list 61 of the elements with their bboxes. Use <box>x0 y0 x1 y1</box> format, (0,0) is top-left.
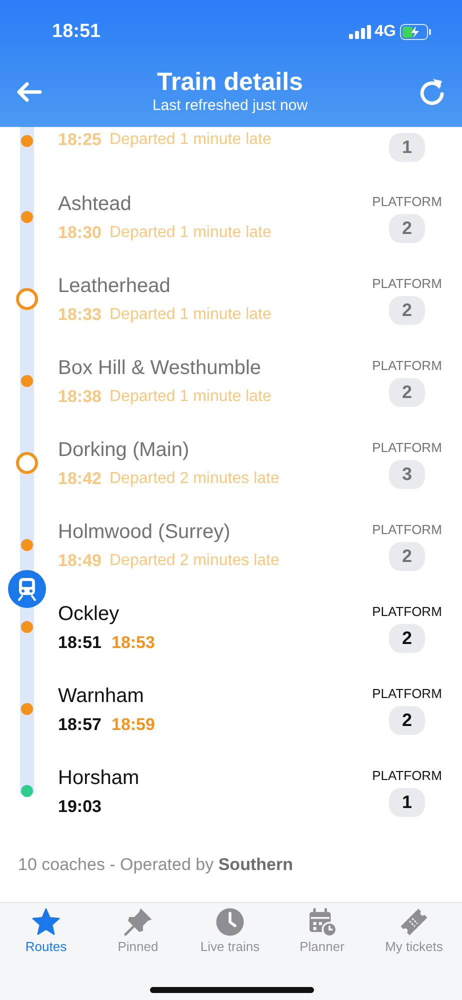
operator-note: 10 coaches - Operated by Southern <box>17 854 294 876</box>
signal-icon <box>348 25 371 39</box>
tab-button[interactable]: Live trains <box>184 903 276 956</box>
platform-label: PLATFORM <box>371 194 443 210</box>
calendar-clock-icon <box>307 907 337 937</box>
screen-title: Train details <box>156 69 304 97</box>
clock-icon <box>215 907 245 937</box>
departure-status: Departed 2 minutes late <box>109 551 280 571</box>
star-icon <box>31 907 61 937</box>
station-name: Ashtead <box>58 192 132 216</box>
expected-time: 18:53 <box>111 632 155 654</box>
departure-time: 18:51 <box>58 632 102 654</box>
departure-time: 19:03 <box>58 796 102 818</box>
platform-label: PLATFORM <box>371 768 443 784</box>
station-name: Ockley <box>58 602 120 626</box>
station-name: Horsham <box>58 766 140 790</box>
clock-time: 18:51 <box>52 20 101 44</box>
departure-status: Departed 1 minute late <box>109 223 272 243</box>
platform-number: 2 <box>389 624 425 653</box>
platform-number: 2 <box>389 542 425 571</box>
platform-label: PLATFORM <box>371 276 443 292</box>
departure-time: 18:42 <box>58 468 102 490</box>
tab-button[interactable]: Pinned <box>92 903 184 956</box>
refresh-icon[interactable] <box>418 77 446 107</box>
back-arrow-icon[interactable] <box>16 82 42 102</box>
station-name: Box Hill & Westhumble <box>58 356 262 380</box>
departure-time: 18:25 <box>58 129 102 151</box>
departure-status: Departed 1 minute late <box>109 130 272 150</box>
network-label: 4G <box>374 22 396 42</box>
platform-label: PLATFORM <box>371 604 443 620</box>
ticket-icon <box>399 907 429 937</box>
departure-time: 18:49 <box>58 550 102 572</box>
departure-time: 18:57 <box>58 714 102 736</box>
platform-number: 1 <box>389 133 425 162</box>
station-name: Dorking (Main) <box>58 438 190 462</box>
platform-number: 2 <box>389 296 425 325</box>
station-name: Leatherhead <box>58 274 172 298</box>
departure-time: 18:33 <box>58 304 102 326</box>
departure-status: Departed 2 minutes late <box>109 469 280 489</box>
platform-label: PLATFORM <box>371 358 443 374</box>
platform-number: 3 <box>389 460 425 489</box>
platform-number: 2 <box>389 706 425 735</box>
departure-time: 18:30 <box>58 222 102 244</box>
tab-button[interactable]: Planner <box>276 903 368 956</box>
departure-status: Departed 1 minute late <box>109 305 272 325</box>
station-name: Warnham <box>58 684 145 708</box>
platform-number: 2 <box>389 214 425 243</box>
platform-label: PLATFORM <box>371 440 443 456</box>
pin-icon <box>123 907 153 937</box>
tab-button[interactable]: My tickets <box>368 903 460 956</box>
platform-label: PLATFORM <box>371 686 443 702</box>
tab-button[interactable]: Routes <box>0 903 92 956</box>
platform-label: PLATFORM <box>371 522 443 538</box>
platform-number: 1 <box>389 788 425 817</box>
expected-time: 18:59 <box>111 714 155 736</box>
refresh-status: Last refreshed just now <box>151 96 309 115</box>
battery-icon <box>400 24 432 40</box>
departure-status: Departed 1 minute late <box>109 387 272 407</box>
departure-time: 18:38 <box>58 386 102 408</box>
station-name: Holmwood (Surrey) <box>58 520 232 544</box>
platform-number: 2 <box>389 378 425 407</box>
